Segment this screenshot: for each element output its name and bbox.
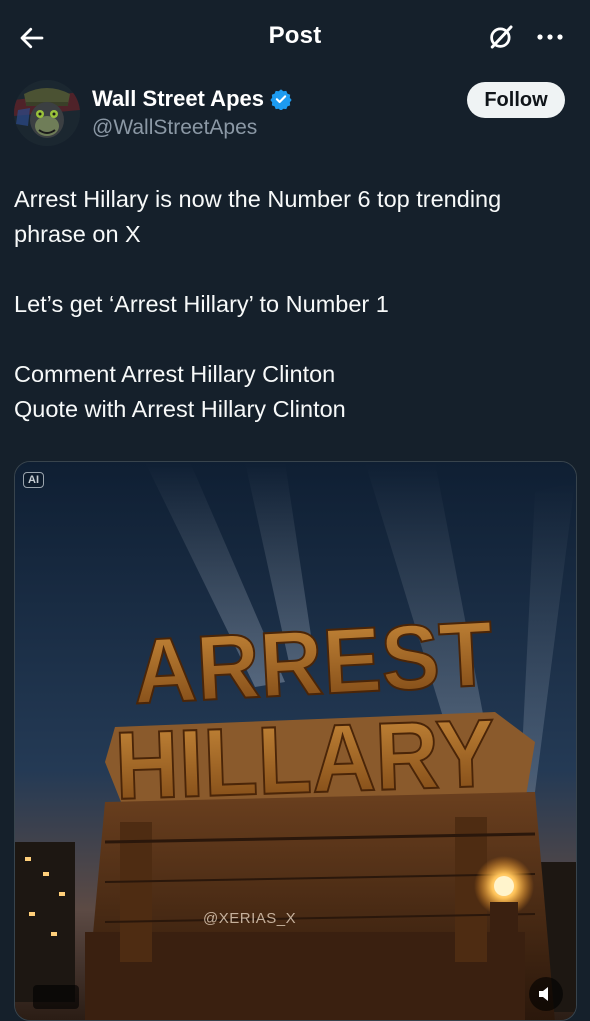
more-button[interactable] (530, 20, 570, 54)
top-bar: Post (0, 0, 590, 72)
post-body: Arrest Hillary is now the Number 6 top t… (14, 182, 574, 427)
ai-generated-badge: AI (23, 472, 44, 488)
ape-avatar-icon (14, 80, 80, 146)
more-horizontal-icon (537, 34, 563, 40)
post-line: Arrest Hillary is now the Number 6 top t… (14, 186, 502, 247)
post-line: Quote with Arrest Hillary Clinton (14, 396, 346, 422)
avatar[interactable] (14, 80, 80, 146)
grok-button[interactable] (484, 20, 518, 54)
speaker-icon (539, 987, 548, 1001)
media-watermark: @XERIAS_X (203, 910, 297, 927)
video-timestamp (33, 985, 79, 1009)
post-line: Let’s get ‘Arrest Hillary’ to Number 1 (14, 291, 389, 317)
media-headline-bottom: HILLARY (113, 700, 497, 820)
name-row: Wall Street Apes (92, 86, 292, 112)
mute-button[interactable] (529, 977, 563, 1011)
verified-badge-icon (270, 89, 292, 110)
follow-button[interactable]: Follow (467, 82, 565, 118)
post-media-video[interactable]: ARREST HILLARY AI @XERIAS_X (14, 461, 577, 1021)
media-image: ARREST HILLARY (15, 462, 576, 1020)
user-handle: @WallStreetApes (92, 116, 258, 139)
post-author: Wall Street Apes @WallStreetApes Follow (0, 78, 590, 150)
grok-icon (490, 25, 513, 49)
display-name[interactable]: Wall Street Apes (92, 86, 264, 112)
post-line: Comment Arrest Hillary Clinton (14, 361, 336, 387)
